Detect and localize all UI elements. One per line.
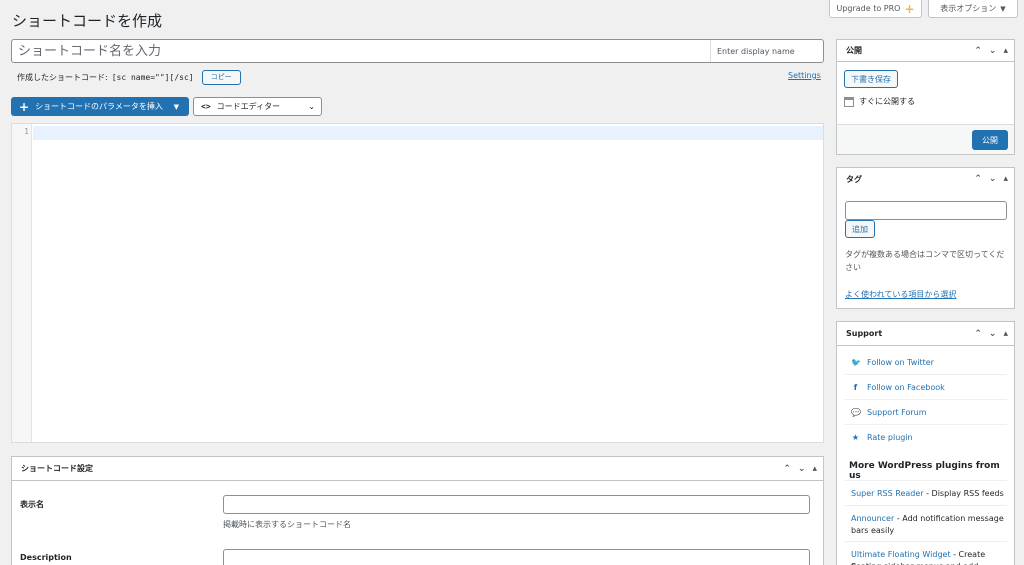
support-item-label: Support Forum: [867, 407, 927, 417]
toggle-panel-icon[interactable]: ▴: [812, 464, 817, 474]
shortcode-code: [sc name=""][/sc]: [111, 72, 194, 82]
plugin-item: Ultimate Floating Widget - Create floati…: [845, 541, 1007, 565]
publish-schedule: すぐに公開する: [844, 96, 915, 107]
support-box: Support ⌃ ⌄ ▴ 🐦 Follow on Twitter f Foll…: [836, 321, 1015, 565]
upgrade-pro-label: Upgrade to PRO: [836, 4, 901, 13]
publish-box: 公開 ⌃ ⌄ ▴ 下書き保存 すぐに公開する 公開: [836, 39, 1015, 155]
editor-mode-label: コードエディター: [216, 102, 281, 111]
screen-options-label: 表示オプション: [940, 4, 997, 13]
active-line: [33, 126, 823, 140]
line-gutter: 1: [12, 124, 32, 442]
toggle-panel-icon[interactable]: ▴: [1003, 329, 1008, 339]
upgrade-pro-button[interactable]: Upgrade to PRO +: [829, 0, 922, 18]
field-label: 表示名: [20, 500, 44, 509]
line-number: 1: [24, 127, 29, 136]
plus-icon: +: [904, 1, 915, 16]
support-forum-link[interactable]: 💬 Support Forum: [845, 400, 1007, 425]
toggle-panel-icon[interactable]: ▴: [1003, 46, 1008, 56]
display-name-input[interactable]: [710, 40, 823, 62]
follow-twitter-link[interactable]: 🐦 Follow on Twitter: [845, 350, 1007, 375]
shortcode-row: 作成したショートコード: [sc name=""][/sc] コピー: [17, 69, 241, 85]
plugin-link[interactable]: Announcer: [851, 514, 894, 523]
move-down-icon[interactable]: ⌄: [989, 46, 997, 56]
plugin-item: Super RSS Reader - Display RSS feeds: [845, 480, 1007, 500]
plugin-item: Announcer - Add notification message bar…: [845, 505, 1007, 537]
follow-facebook-link[interactable]: f Follow on Facebook: [845, 375, 1007, 400]
publish-footer: 公開: [837, 124, 1014, 154]
field-hint: 掲載時に表示するショートコード名: [223, 520, 351, 529]
title-field-wrapper: [11, 39, 824, 63]
caret-down-icon: ▼: [1000, 4, 1006, 13]
box-header: Support ⌃ ⌄ ▴: [837, 322, 1014, 346]
support-item-label: Follow on Twitter: [867, 357, 934, 367]
tag-input[interactable]: [845, 201, 1007, 220]
code-icon: <>: [201, 102, 211, 111]
tags-box: タグ ⌃ ⌄ ▴ 追加 タグが複数ある場合はコンマで区切ってください よく使われ…: [836, 167, 1015, 309]
move-up-icon[interactable]: ⌃: [974, 46, 982, 56]
rate-plugin-link[interactable]: ★ Rate plugin: [845, 425, 1007, 450]
box-title: ショートコード設定: [21, 464, 93, 473]
calendar-icon: [844, 96, 854, 107]
support-item-label: Follow on Facebook: [867, 382, 945, 392]
screen-options-button[interactable]: 表示オプション ▼: [928, 0, 1018, 18]
forum-icon: 💬: [851, 407, 861, 417]
box-header: ショートコード設定 ⌃ ⌄ ▴: [12, 457, 823, 481]
box-header: 公開 ⌃ ⌄ ▴: [837, 40, 1014, 62]
caret-down-icon: ▼: [173, 102, 179, 111]
move-up-icon[interactable]: ⌃: [783, 464, 791, 474]
plus-icon: +: [19, 99, 30, 114]
box-title: Support: [846, 329, 883, 338]
settings-link[interactable]: Settings: [788, 71, 821, 80]
plugin-link[interactable]: Super RSS Reader: [851, 489, 924, 498]
popular-tags-link[interactable]: よく使われている項目から選択: [845, 289, 956, 300]
box-header: タグ ⌃ ⌄ ▴: [837, 168, 1014, 190]
star-icon: ★: [851, 433, 860, 442]
insert-parameter-button[interactable]: + ショートコードのパラメータを挿入 ▼: [11, 97, 189, 116]
move-up-icon[interactable]: ⌃: [974, 329, 982, 339]
box-title: タグ: [846, 174, 862, 184]
twitter-icon: 🐦: [851, 357, 861, 367]
schedule-text: すぐに公開する: [859, 97, 915, 106]
move-up-icon[interactable]: ⌃: [974, 174, 982, 184]
move-down-icon[interactable]: ⌄: [798, 464, 806, 474]
description-field[interactable]: [223, 549, 810, 565]
move-down-icon[interactable]: ⌄: [989, 329, 997, 339]
shortcode-label: 作成したショートコード:: [17, 72, 108, 82]
box-title: 公開: [846, 46, 862, 55]
facebook-icon: f: [853, 382, 858, 392]
publish-button[interactable]: 公開: [972, 130, 1008, 150]
insert-parameter-label: ショートコードのパラメータを挿入: [35, 102, 163, 111]
tag-help-text: タグが複数ある場合はコンマで区切ってください: [845, 250, 1005, 272]
code-editor[interactable]: 1: [11, 123, 824, 443]
copy-button[interactable]: コピー: [201, 69, 241, 85]
shortcode-settings-box: ショートコード設定 ⌃ ⌄ ▴ 表示名 掲載時に表示するショートコード名 Des…: [11, 456, 824, 565]
support-item-label: Rate plugin: [867, 433, 913, 442]
save-draft-button[interactable]: 下書き保存: [844, 70, 898, 88]
toggle-panel-icon[interactable]: ▴: [1003, 174, 1008, 184]
chevron-down-icon: ⌄: [308, 102, 315, 111]
plugin-link[interactable]: Ultimate Floating Widget: [851, 550, 951, 559]
plugin-desc: - Display RSS feeds: [923, 489, 1004, 498]
field-label: Description: [20, 553, 72, 562]
more-plugins-heading: More WordPress plugins from us: [849, 461, 1000, 481]
display-name-field[interactable]: [223, 495, 810, 514]
move-down-icon[interactable]: ⌄: [989, 174, 997, 184]
page-title: ショートコードを作成: [12, 12, 163, 30]
add-tag-button[interactable]: 追加: [845, 220, 875, 238]
editor-mode-select[interactable]: <> コードエディター ⌄: [193, 97, 322, 116]
shortcode-name-input[interactable]: [12, 40, 710, 62]
